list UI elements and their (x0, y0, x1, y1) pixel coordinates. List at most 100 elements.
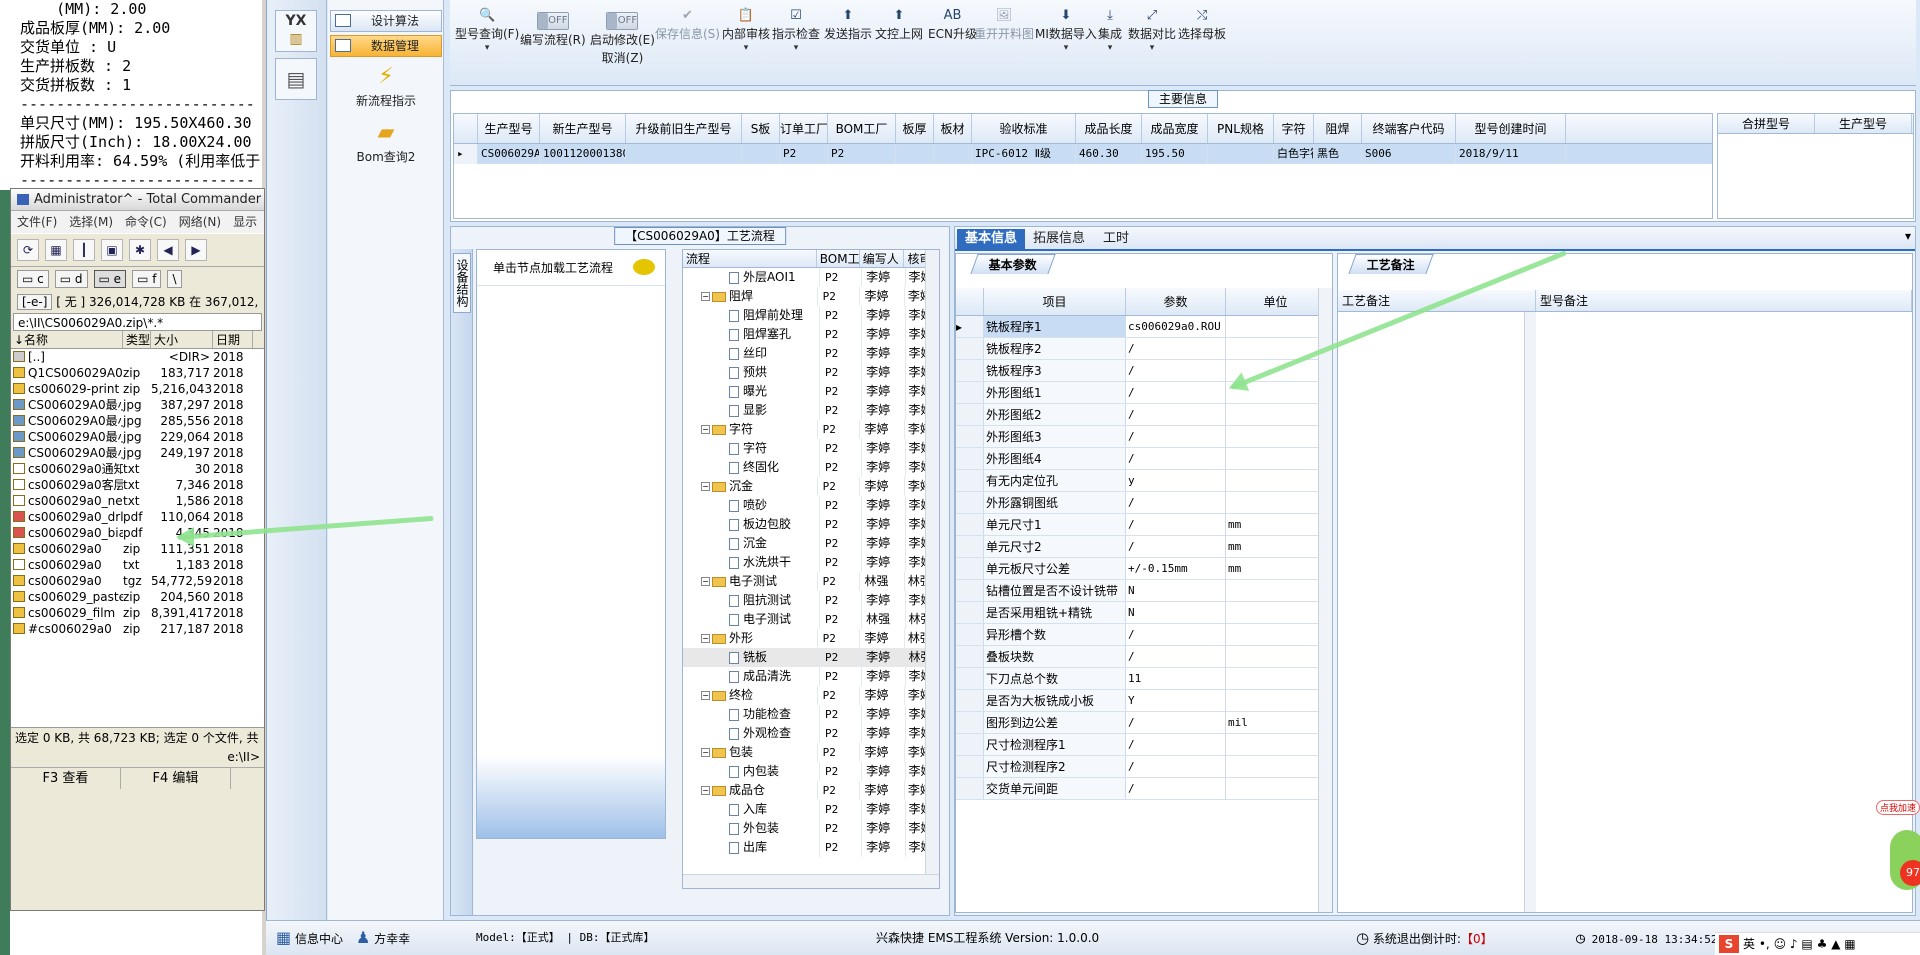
collapse-toggle-icon[interactable]: − (701, 634, 710, 643)
main-info-grid[interactable]: 生产型号 新生产型号 升级前旧生产型号 S板 订单工厂 BOM工厂 板厚 板材 验收标准 成品长度… (453, 113, 1713, 219)
tab-process-notes[interactable]: 工艺备注 (1348, 254, 1434, 274)
tree-node[interactable]: 沉金 (683, 534, 821, 553)
tree-node[interactable]: − 电子测试 (683, 572, 818, 591)
speedup-widget[interactable]: 点我加速 97 (1874, 800, 1920, 910)
column-header[interactable]: 字符 (1274, 114, 1314, 143)
table-cell[interactable]: 195.50 (1142, 144, 1208, 164)
list-item[interactable]: CS006029A0最小?..jpg 387,2972018 (11, 397, 264, 413)
list-item[interactable]: #cs006029a0 zip 217,187 2018 (11, 621, 264, 637)
tree-row[interactable]: 板边包胶 P2 李婷 李婷 (683, 515, 939, 534)
ribbon-button-6[interactable]: ⬆ 发送指示 (824, 8, 872, 78)
tc-column-header[interactable]: 大小 (151, 331, 213, 348)
flow-column-header[interactable]: 编写人 (860, 250, 905, 267)
list-item[interactable]: CS006029A0最小?..jpg 285,5562018 (11, 413, 264, 429)
grid-icon[interactable]: ▦ (45, 239, 67, 261)
tc-menu-item[interactable]: 网络(N) (179, 215, 221, 229)
collapse-toggle-icon[interactable]: − (701, 482, 710, 491)
tree-row[interactable]: 电子测试 P2 林强 林强 (683, 610, 939, 629)
equipment-structure-tab[interactable]: 设备结构 (453, 253, 471, 313)
drive-button-e[interactable]: ▭ e (93, 270, 127, 288)
tc-column-headers[interactable]: ↓名称 类型 大小 日期 (11, 331, 264, 349)
table-cell[interactable]: IPC-6012 Ⅱ级 (972, 144, 1076, 164)
column-header[interactable]: BOM工厂 (828, 114, 896, 143)
nav-button-design-algorithm[interactable]: 设计算法 (330, 10, 442, 32)
ribbon-button-10[interactable]: ⬇ MI数据导入 ▾ (1035, 8, 1097, 78)
param-row[interactable]: 有无内定位孔 y (956, 470, 1332, 492)
param-row[interactable]: 单元板尺寸公差 +/-0.15mm mm (956, 558, 1332, 580)
tree-row[interactable]: 外层AOI1 P2 李婷 李婷 (683, 268, 939, 287)
process-flow-tree[interactable]: 流程BOM工厂编写人核审人 外层AOI1P2李婷李婷−阻焊P2李婷李婷阻焊前处理… (682, 249, 940, 889)
tree-node[interactable]: 预烘 (683, 363, 821, 382)
column-header[interactable]: 成品宽度 (1142, 114, 1208, 143)
column-header[interactable]: 升级前旧生产型号 (626, 114, 742, 143)
param-value[interactable]: / (1126, 514, 1226, 535)
tree-row[interactable]: 功能检查 P2 李婷 李婷 (683, 705, 939, 724)
list-item[interactable]: cs006029_film zip 8,391,417 2018 (11, 605, 264, 621)
tree-node[interactable]: 板边包胶 (683, 515, 821, 534)
param-row[interactable]: 下刀点总个数 11 (956, 668, 1332, 690)
tree-node[interactable]: − 外形 (683, 629, 818, 648)
chevron-down-icon[interactable]: ▾ (722, 42, 770, 54)
chevron-down-icon[interactable]: ▾ (772, 42, 820, 54)
tree-row[interactable]: − 沉金 P2 李婷 李婷 (683, 477, 939, 496)
tc-menu-bar[interactable]: 文件(F) 选择(M) 命令(C) 网络(N) 显示 (11, 211, 264, 233)
param-column-header[interactable]: 单位 (1226, 288, 1326, 315)
merge-model-grid[interactable]: 合拼型号 生产型号 (1717, 113, 1914, 219)
param-row[interactable]: 异形槽个数 / (956, 624, 1332, 646)
table-cell[interactable]: 2018/9/11 (1456, 144, 1566, 164)
param-value[interactable]: / (1126, 382, 1226, 403)
param-value[interactable]: N (1126, 602, 1226, 623)
tree-row[interactable]: − 成品仓 P2 李婷 李婷 (683, 781, 939, 800)
function-key-button[interactable]: F4 编辑 (121, 768, 231, 789)
toggle-switch[interactable]: OFF (536, 12, 569, 30)
tree-row[interactable]: 阻焊前处理 P2 李婷 李婷 (683, 306, 939, 325)
drive-selector[interactable]: [-e-] (17, 294, 53, 310)
ime-language[interactable]: 英 (1743, 937, 1755, 951)
tree-row[interactable]: 阻焊塞孔 P2 李婷 李婷 (683, 325, 939, 344)
param-value[interactable]: / (1126, 756, 1226, 777)
tree-icon[interactable]: ┃ (73, 239, 95, 261)
column-header[interactable]: 订单工厂 (780, 114, 828, 143)
tree-node[interactable]: 铣板 (683, 648, 821, 667)
param-value[interactable]: +/-0.15mm (1126, 558, 1226, 579)
tc-command-path[interactable]: e:\II> (11, 747, 264, 767)
ribbon-button-7[interactable]: ⬆ 文控上网 (875, 8, 923, 78)
param-value[interactable]: / (1126, 734, 1226, 755)
tree-row[interactable]: − 字符 P2 李婷 李婷 (683, 420, 939, 439)
param-value[interactable]: / (1126, 712, 1226, 733)
flow-column-header[interactable]: 流程 (683, 250, 817, 267)
list-item[interactable]: [..] <DIR> 2018 (11, 349, 264, 365)
param-row[interactable]: 外形图纸1/ (956, 382, 1332, 404)
list-item[interactable]: cs006029a0通知?..txt 302018 (11, 461, 264, 477)
tree-node[interactable]: 喷砂 (683, 496, 821, 515)
calculator-module-icon[interactable]: ▤ (275, 58, 317, 100)
collapse-toggle-icon[interactable]: − (701, 425, 710, 434)
param-value[interactable]: / (1126, 360, 1226, 381)
param-row[interactable]: 单元尺寸2/mm (956, 536, 1332, 558)
collapse-toggle-icon[interactable]: − (701, 292, 710, 301)
tree-row[interactable]: 曝光 P2 李婷 李婷 (683, 382, 939, 401)
flow-column-header[interactable]: BOM工厂 (817, 250, 860, 267)
tc-column-header[interactable]: ↓名称 (11, 331, 123, 348)
tree-node[interactable]: 字符 (683, 439, 821, 458)
param-value[interactable]: N (1126, 580, 1226, 601)
tab-1[interactable]: 拓展信息 (1025, 229, 1093, 251)
column-header[interactable]: 型号创建时间 (1456, 114, 1566, 143)
column-header[interactable]: 新生产型号 (540, 114, 626, 143)
list-item[interactable]: cs006029a0_drl_m..pdf 110,0642018 (11, 509, 264, 525)
tree-row[interactable]: 沉金 P2 李婷 李婷 (683, 534, 939, 553)
chevron-down-icon[interactable]: ▾ (1905, 229, 1911, 243)
tree-row[interactable]: 入库 P2 李婷 李婷 (683, 800, 939, 819)
param-value[interactable]: / (1126, 426, 1226, 447)
tree-node[interactable]: 入库 (683, 800, 821, 819)
collapse-toggle-icon[interactable]: − (701, 691, 710, 700)
list-item[interactable]: cs006029-print zip 5,216,043 2018 (11, 381, 264, 397)
tree-row[interactable]: 预烘 P2 李婷 李婷 (683, 363, 939, 382)
tree-node[interactable]: 外观检查 (683, 724, 821, 743)
param-value[interactable]: / (1126, 338, 1226, 359)
tree-node[interactable]: − 成品仓 (683, 781, 818, 800)
table-cell[interactable]: S006 (1362, 144, 1456, 164)
param-row[interactable]: 外形图纸2/ (956, 404, 1332, 426)
collapse-toggle-icon[interactable]: − (701, 786, 710, 795)
tree-node[interactable]: 阻抗测试 (683, 591, 821, 610)
